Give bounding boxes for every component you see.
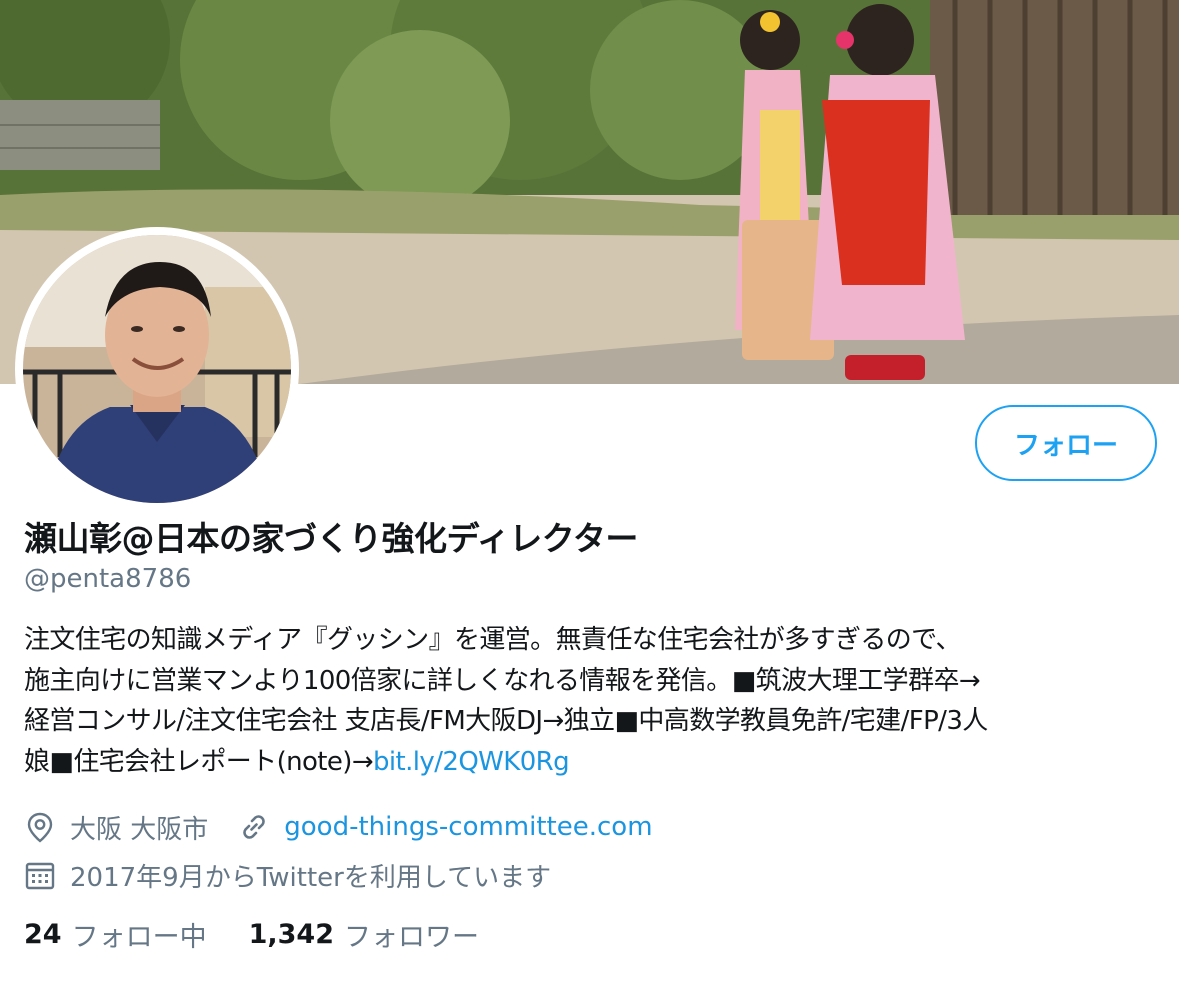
location-text: 大阪 大阪市 bbox=[70, 814, 209, 845]
joined-date-text: 2017年9月からTwitterを利用しています bbox=[70, 862, 552, 893]
follow-button[interactable]: フォロー bbox=[975, 405, 1157, 481]
following-label: フォロー中 bbox=[71, 921, 207, 953]
website-link[interactable]: good-things-committee.com bbox=[284, 812, 652, 842]
followers-count: 1,342 bbox=[248, 918, 334, 950]
link-icon bbox=[238, 811, 270, 843]
profile-meta-joined: 2017年9月からTwitterを利用しています bbox=[24, 855, 551, 895]
following-count: 24 bbox=[24, 918, 62, 950]
profile-avatar[interactable] bbox=[15, 227, 299, 511]
followers-stat[interactable]: 1,342 フォロワー bbox=[249, 915, 479, 954]
bio-line: 娘■住宅会社レポート(note)→bit.ly/2QWK0Rg bbox=[24, 742, 1164, 783]
profile-meta-location-website: 大阪 大阪市 good-things-committee.com bbox=[24, 807, 653, 847]
follow-stats: 24 フォロー中 1,342 フォロワー bbox=[24, 914, 479, 954]
bio-line: 経営コンサル/注文住宅会社 支店長/FM大阪DJ→独立■中高数学教員免許/宅建/… bbox=[24, 706, 988, 736]
username-handle[interactable]: @penta8786 bbox=[24, 564, 191, 594]
bio-line-text: 娘■住宅会社レポート(note)→ bbox=[24, 746, 374, 777]
following-stat[interactable]: 24 フォロー中 bbox=[24, 915, 207, 954]
followers-label: フォロワー bbox=[343, 921, 479, 953]
bio-link[interactable]: bit.ly/2QWK0Rg bbox=[373, 747, 570, 777]
bio-line: 施主向けに営業マンより100倍家に詳しくなれる情報を発信。■筑波大理工学群卒→ bbox=[24, 665, 981, 696]
profile-bio: 注文住宅の知識メディア『グッシン』を運営。無責任な住宅会社が多すぎるので、 施主… bbox=[24, 620, 1164, 782]
calendar-icon bbox=[24, 859, 56, 891]
location-pin-icon bbox=[24, 811, 56, 843]
display-name[interactable]: 瀬山彰@日本の家づくり強化ディレクター bbox=[24, 512, 638, 560]
bio-line: 注文住宅の知識メディア『グッシン』を運営。無責任な住宅会社が多すぎるので、 bbox=[24, 625, 962, 655]
